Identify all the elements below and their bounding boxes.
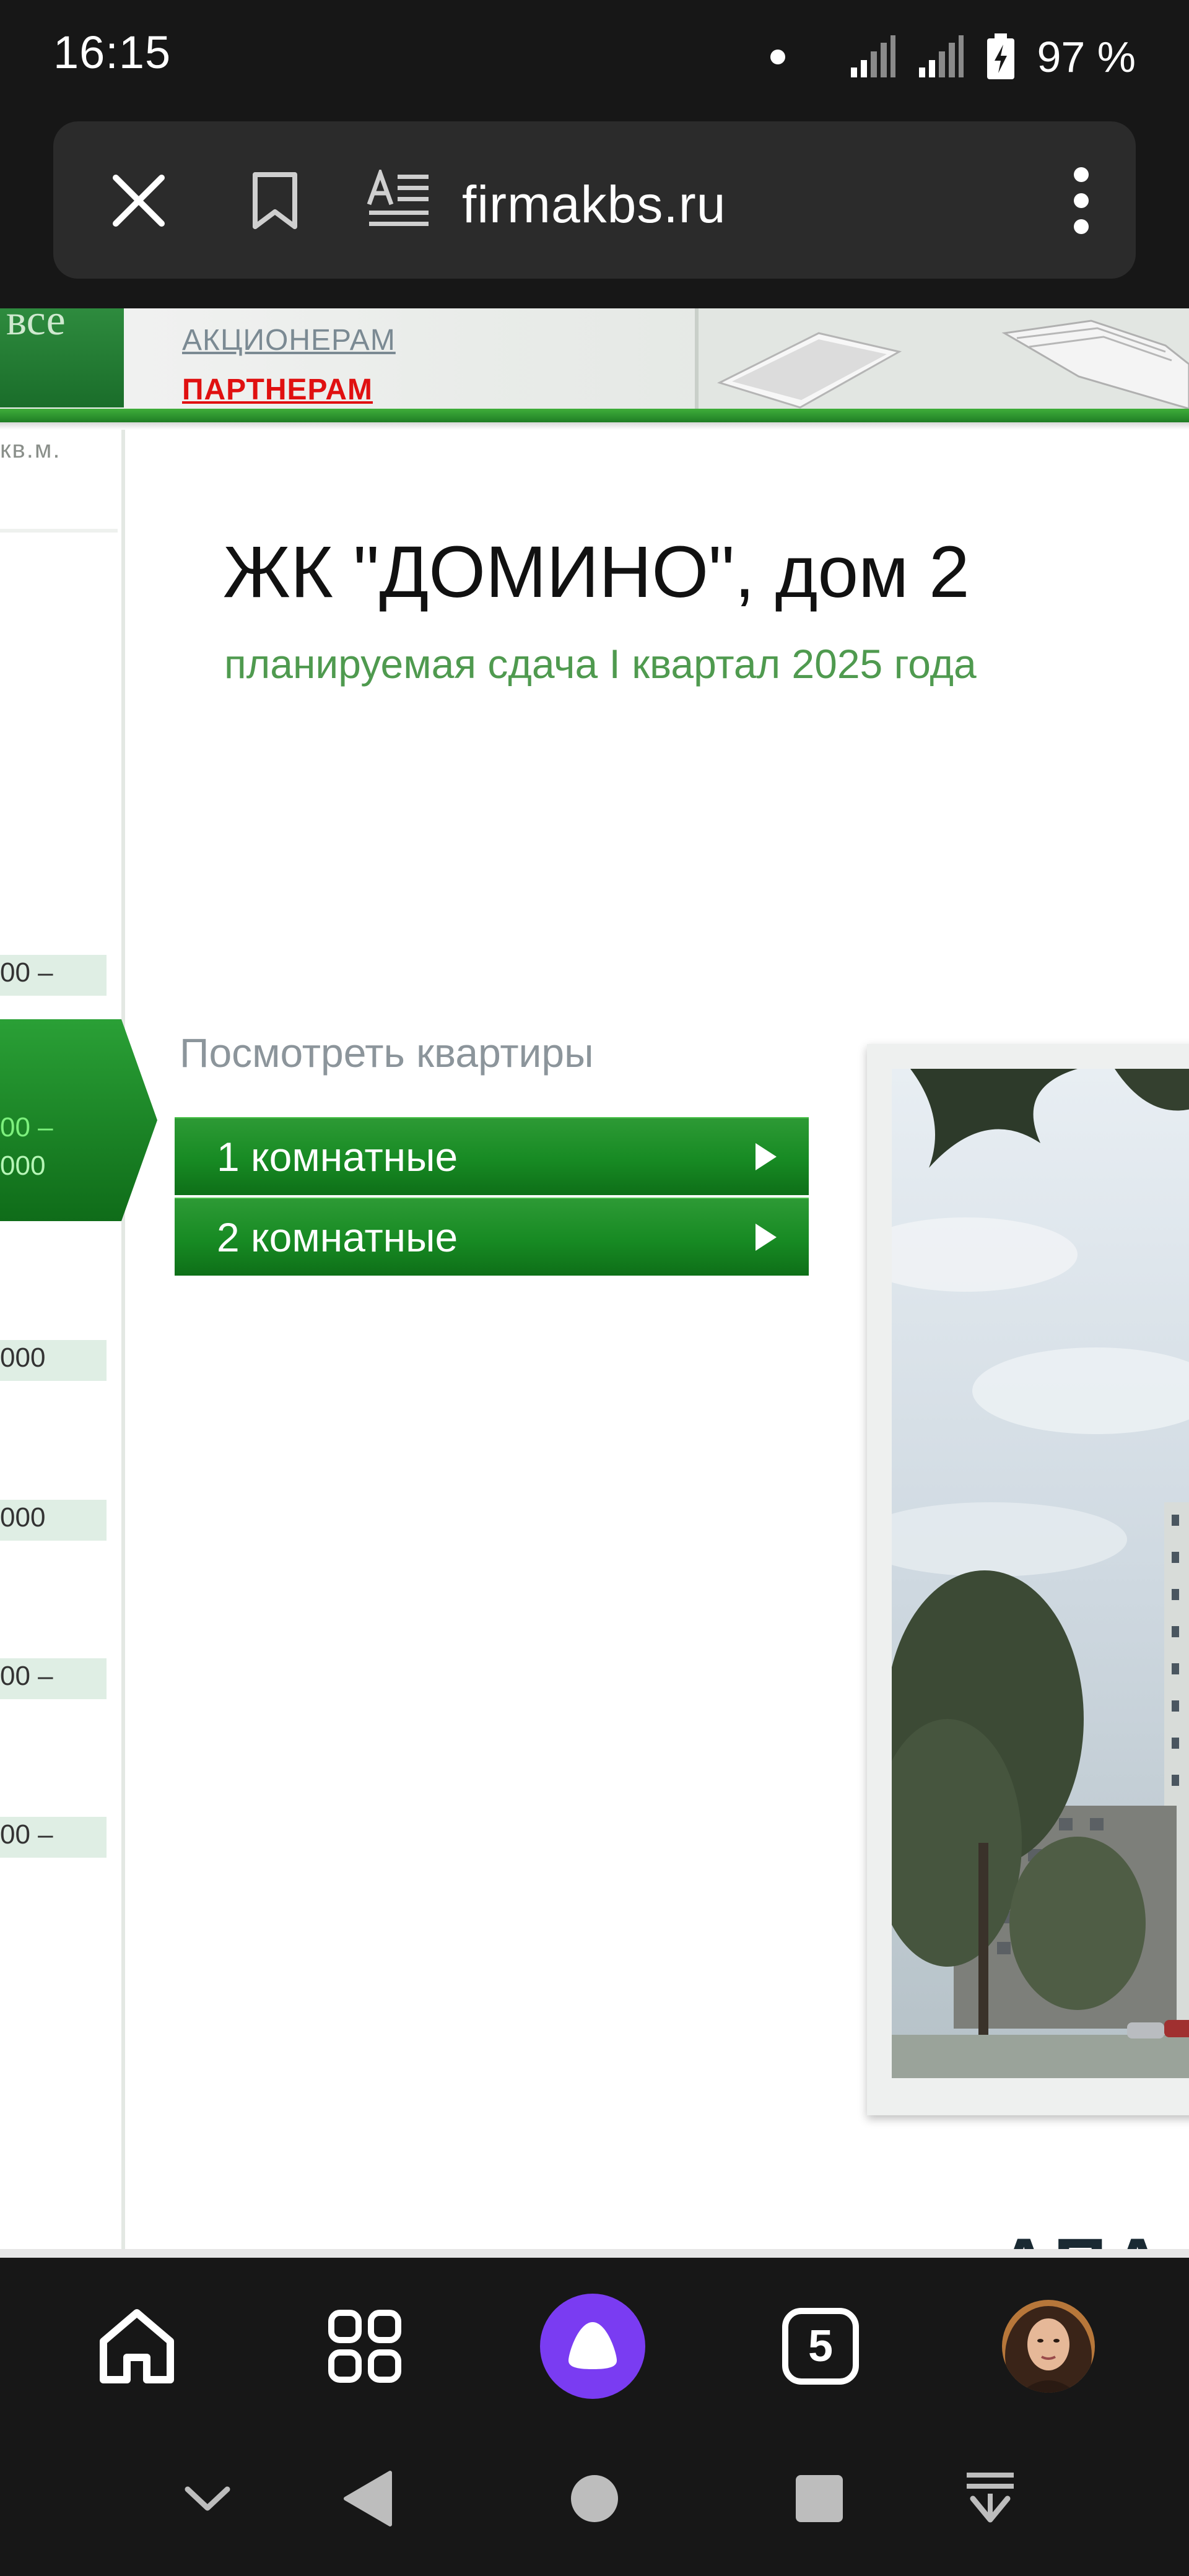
- recents-square-icon[interactable]: [767, 2446, 872, 2551]
- button-label: 2 комнатные: [217, 1214, 458, 1260]
- status-bar: 16:15 97 %: [0, 0, 1189, 118]
- browser-bottom-bar: 5: [0, 2258, 1189, 2421]
- menu-partners-link[interactable]: ПАРТНЕРАМ: [182, 373, 373, 407]
- signal-icon: [851, 35, 896, 77]
- price-range-item[interactable]: 00 – 500: [0, 1817, 107, 1858]
- notification-dot-icon: [770, 50, 786, 64]
- alice-assistant-icon[interactable]: [540, 2294, 645, 2399]
- page-title: ЖК "ДОМИНО", дом 2: [223, 531, 970, 613]
- page-divider: [0, 2249, 1189, 2258]
- header-decor-image: [695, 308, 1189, 409]
- price-range-label: 500: [0, 1853, 107, 1858]
- price-range-label: 000: [0, 1502, 46, 1533]
- collapse-icon[interactable]: [938, 2446, 1043, 2551]
- brand-block[interactable]: все: [0, 308, 124, 407]
- see-apartments-label: Посмотреть квартиры: [180, 1030, 594, 1076]
- apps-grid-icon[interactable]: [312, 2294, 417, 2399]
- active-range-line2: 000: [0, 1151, 46, 1181]
- play-arrow-icon: [756, 1143, 777, 1170]
- area-unit-label: кв.м.: [0, 436, 61, 463]
- price-range-item[interactable]: 000: [0, 1340, 107, 1381]
- button-label: 1 комнатные: [217, 1134, 458, 1180]
- price-range-label: 00 –: [0, 957, 53, 988]
- header-shadow: [0, 422, 1189, 430]
- status-time: 16:15: [53, 27, 172, 78]
- completion-date-subtitle: планируемая сдача I квартал 2025 года: [224, 641, 977, 687]
- tabs-count: 5: [808, 2321, 834, 2371]
- more-vertical-icon[interactable]: [1056, 165, 1106, 237]
- price-range-item[interactable]: 00 – 000: [0, 955, 107, 996]
- signal-icon: [919, 35, 964, 77]
- address-bar[interactable]: firmakbs.ru: [53, 121, 1136, 279]
- site-header-banner: все АКЦИОНЕРАМ ПАРТНЕРАМ: [0, 308, 1189, 409]
- home-icon[interactable]: [84, 2294, 189, 2399]
- browser-toolbar: firmakbs.ru: [0, 118, 1189, 308]
- sidebar-divider: [0, 529, 118, 533]
- profile-avatar[interactable]: [996, 2294, 1101, 2399]
- price-range-item[interactable]: 00 – 500: [0, 1658, 107, 1699]
- price-range-label: 00 –: [0, 1661, 53, 1691]
- close-icon[interactable]: [103, 165, 175, 237]
- battery-charging-icon: [987, 33, 1015, 79]
- price-range-label: 000: [0, 1342, 46, 1373]
- price-range-label: 000: [0, 991, 107, 996]
- play-arrow-icon: [756, 1224, 777, 1251]
- home-circle-icon[interactable]: [542, 2446, 647, 2551]
- one-room-apartments-button[interactable]: 1 комнатные: [175, 1117, 809, 1195]
- web-page: все АКЦИОНЕРАМ ПАРТНЕРАМ кв.м. 00 – 000: [0, 308, 1189, 2258]
- price-range-label: 500: [0, 1694, 107, 1699]
- building-photo-frame[interactable]: [867, 1044, 1189, 2115]
- back-icon[interactable]: [316, 2446, 421, 2551]
- chevron-down-icon[interactable]: [155, 2446, 260, 2551]
- active-range-line1: 00 –: [0, 1112, 53, 1142]
- bookmark-icon[interactable]: [239, 165, 311, 237]
- reader-mode-icon[interactable]: [363, 165, 435, 237]
- active-price-range-text: 00 – 000: [0, 1019, 124, 1221]
- status-icons: 97 %: [770, 27, 1136, 87]
- two-room-apartments-button[interactable]: 2 комнатные: [175, 1198, 809, 1276]
- url-text[interactable]: firmakbs.ru: [462, 175, 726, 235]
- building-photo: [892, 1069, 1189, 2078]
- tabs-icon[interactable]: 5: [768, 2294, 873, 2399]
- price-range-item[interactable]: 000: [0, 1500, 107, 1541]
- price-range-label: 00 –: [0, 1819, 53, 1850]
- battery-percent: 97 %: [1037, 33, 1136, 81]
- header-green-line: [0, 409, 1189, 422]
- brand-partial-text: все: [6, 308, 66, 344]
- system-navigation-bar: [0, 2421, 1189, 2576]
- menu-shareholders-link[interactable]: АКЦИОНЕРАМ: [182, 323, 396, 357]
